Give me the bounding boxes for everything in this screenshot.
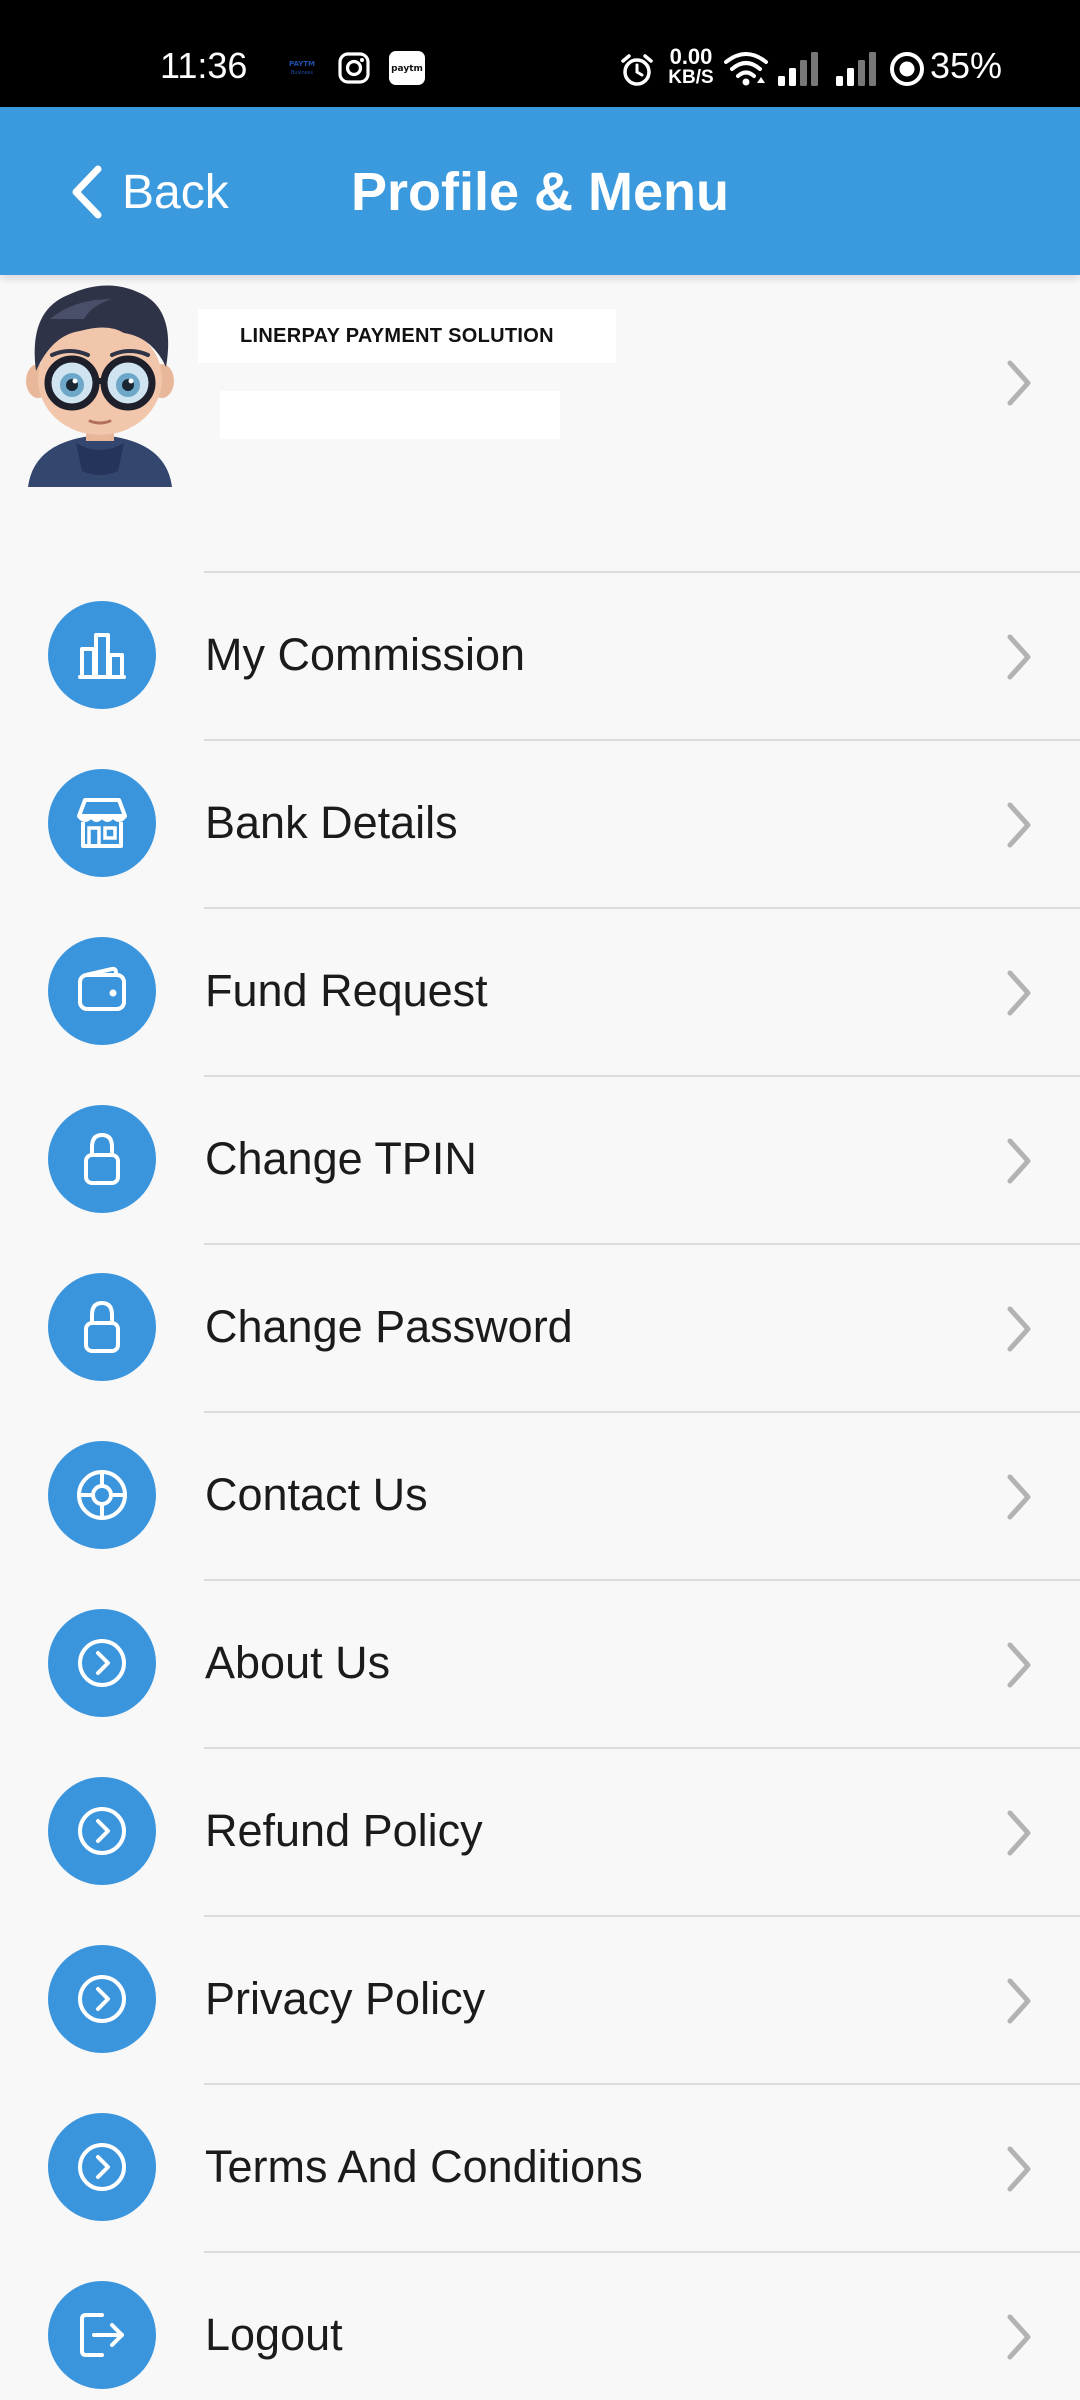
- wifi-icon: [724, 52, 768, 86]
- chevron-circle-icon: [78, 2143, 126, 2191]
- wallet-icon: [78, 966, 126, 1011]
- menu-icon-badge: [48, 2281, 156, 2389]
- bar-chart-icon: [78, 633, 126, 679]
- menu-icon-badge: [48, 769, 156, 877]
- menu-item-fund-request[interactable]: Fund Request: [0, 907, 1080, 1075]
- menu-item-label: Privacy Policy: [205, 1973, 486, 2024]
- network-speed-unit: KB/S: [668, 67, 714, 88]
- instagram-icon: [338, 52, 370, 84]
- chevron-circle-icon: [78, 1639, 126, 1687]
- menu-icon-badge: [48, 937, 156, 1045]
- menu-item-privacy-policy[interactable]: Privacy Policy: [0, 1915, 1080, 2083]
- menu-icon-badge: [48, 1777, 156, 1885]
- chevron-right-icon: [1007, 1306, 1031, 1352]
- lifebuoy-icon: [77, 1470, 127, 1520]
- chevron-right-icon: [1007, 1138, 1031, 1184]
- menu-item-about-us[interactable]: About Us: [0, 1579, 1080, 1747]
- paytm-icon: PAYTM Business: [289, 60, 315, 76]
- chevron-right-icon: [1007, 1642, 1031, 1688]
- menu-item-bank-details[interactable]: Bank Details: [0, 739, 1080, 907]
- menu-icon-badge: [48, 1609, 156, 1717]
- menu-icon-badge: [48, 601, 156, 709]
- menu-item-label: About Us: [205, 1637, 391, 1688]
- chevron-right-icon: [1007, 1474, 1031, 1520]
- menu-item-label: My Commission: [205, 629, 526, 680]
- logout-icon: [80, 2313, 124, 2357]
- chevron-right-icon: [1007, 970, 1031, 1016]
- profile-card[interactable]: LINERPAY PAYMENT SOLUTION: [0, 275, 1080, 571]
- chevron-right-icon: [1007, 2314, 1031, 2360]
- chevron-right-icon: [1007, 802, 1031, 848]
- signal-icon: [836, 52, 876, 86]
- menu-item-refund-policy[interactable]: Refund Policy: [0, 1747, 1080, 1915]
- menu-item-label: Fund Request: [205, 965, 488, 1016]
- company-name: LINERPAY PAYMENT SOLUTION: [240, 325, 554, 347]
- avatar: [14, 275, 186, 487]
- svg-text:Business: Business: [291, 70, 313, 76]
- svg-text:paytm: paytm: [391, 64, 423, 74]
- menu-item-logout[interactable]: Logout: [0, 2251, 1080, 2400]
- paytm-app-icon: paytm: [389, 51, 425, 85]
- menu-item-label: Logout: [205, 2309, 343, 2360]
- company-name-box: LINERPAY PAYMENT SOLUTION: [198, 309, 616, 363]
- network-speed-value: 0.00: [669, 44, 713, 69]
- page-title: Profile & Menu: [350, 162, 730, 222]
- menu-icon-badge: [48, 1441, 156, 1549]
- profile-details-box: [220, 391, 560, 439]
- menu-item-contact-us[interactable]: Contact Us: [0, 1411, 1080, 1579]
- signal-icon: [778, 52, 818, 86]
- battery-saver-icon: [890, 52, 924, 86]
- chevron-right-icon: [1007, 360, 1031, 406]
- status-time: 11:36: [160, 45, 248, 86]
- chevron-right-icon: [1007, 634, 1031, 680]
- menu-item-label: Change TPIN: [205, 1133, 477, 1184]
- svg-text:PAYTM: PAYTM: [289, 60, 315, 68]
- menu-item-my-commission[interactable]: My Commission: [0, 571, 1080, 739]
- menu-item-label: Contact Us: [205, 1469, 428, 1520]
- menu-item-label: Terms And Conditions: [205, 2141, 643, 2192]
- lock-icon: [84, 1300, 120, 1353]
- menu-item-label: Refund Policy: [205, 1805, 483, 1856]
- battery-percent: 35%: [930, 45, 1003, 86]
- menu-item-label: Bank Details: [205, 797, 458, 848]
- menu-item-change-password[interactable]: Change Password: [0, 1243, 1080, 1411]
- alarm-icon: [621, 54, 653, 86]
- menu-item-change-tpin[interactable]: Change TPIN: [0, 1075, 1080, 1243]
- status-bar: 11:36 PAYTM Business paytm 0.00 KB/S 35%: [0, 0, 1080, 107]
- lock-icon: [84, 1132, 120, 1185]
- menu-item-terms-and-conditions[interactable]: Terms And Conditions: [0, 2083, 1080, 2251]
- chevron-circle-icon: [78, 1975, 126, 2023]
- chevron-right-icon: [1007, 1810, 1031, 1856]
- chevron-right-icon: [1007, 1978, 1031, 2024]
- app-header: Back Profile & Menu: [0, 107, 1080, 275]
- store-icon: [77, 798, 127, 848]
- chevron-circle-icon: [78, 1807, 126, 1855]
- menu-icon-badge: [48, 1945, 156, 2053]
- chevron-right-icon: [1007, 2146, 1031, 2192]
- menu-icon-badge: [48, 1105, 156, 1213]
- menu-item-label: Change Password: [205, 1301, 573, 1352]
- network-speed: 0.00 KB/S: [663, 44, 719, 89]
- menu-icon-badge: [48, 1273, 156, 1381]
- menu-list: My Commission Bank Details Fund Request …: [0, 571, 1080, 2400]
- menu-icon-badge: [48, 2113, 156, 2221]
